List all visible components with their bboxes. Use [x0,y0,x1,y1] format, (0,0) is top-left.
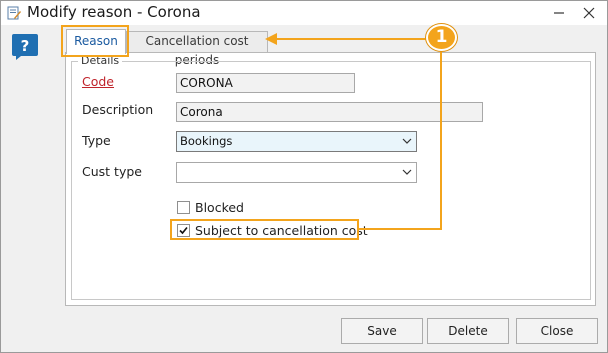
svg-text:?: ? [21,37,30,55]
chevron-down-icon[interactable] [402,168,412,176]
edit-document-icon [7,6,21,20]
annotation-connector-line [358,228,442,230]
arrow-left-icon [265,33,277,45]
type-label: Type [82,133,111,148]
cust-type-select[interactable] [176,162,417,183]
annotation-badge: 1 [426,24,457,51]
blocked-checkbox[interactable] [177,201,190,214]
annotation-connector-line [276,38,428,40]
blocked-label: Blocked [195,200,244,215]
minimize-icon[interactable] [551,5,567,21]
code-label: Code [82,74,115,89]
window-title: Modify reason - Corona [27,3,201,21]
description-field[interactable]: Corona [176,102,483,122]
code-field[interactable]: CORONA [176,73,355,93]
close-icon[interactable] [581,5,597,21]
cust-type-label: Cust type [82,164,142,179]
close-button[interactable]: Close [516,318,598,344]
save-button[interactable]: Save [341,318,423,344]
description-label: Description [82,102,154,117]
annotation-highlight-reason-tab [61,25,129,57]
tab-cancellation-cost-periods[interactable]: Cancellation cost periods [126,31,268,67]
type-select-value: Bookings [180,134,233,148]
title-bar[interactable]: Modify reason - Corona [1,1,607,25]
type-select[interactable]: Bookings [176,131,417,152]
help-question-icon[interactable]: ? [12,34,38,60]
chevron-down-icon[interactable] [402,137,412,145]
delete-button[interactable]: Delete [427,318,509,344]
annotation-connector-line [440,50,442,230]
annotation-highlight-checkbox [170,219,359,240]
